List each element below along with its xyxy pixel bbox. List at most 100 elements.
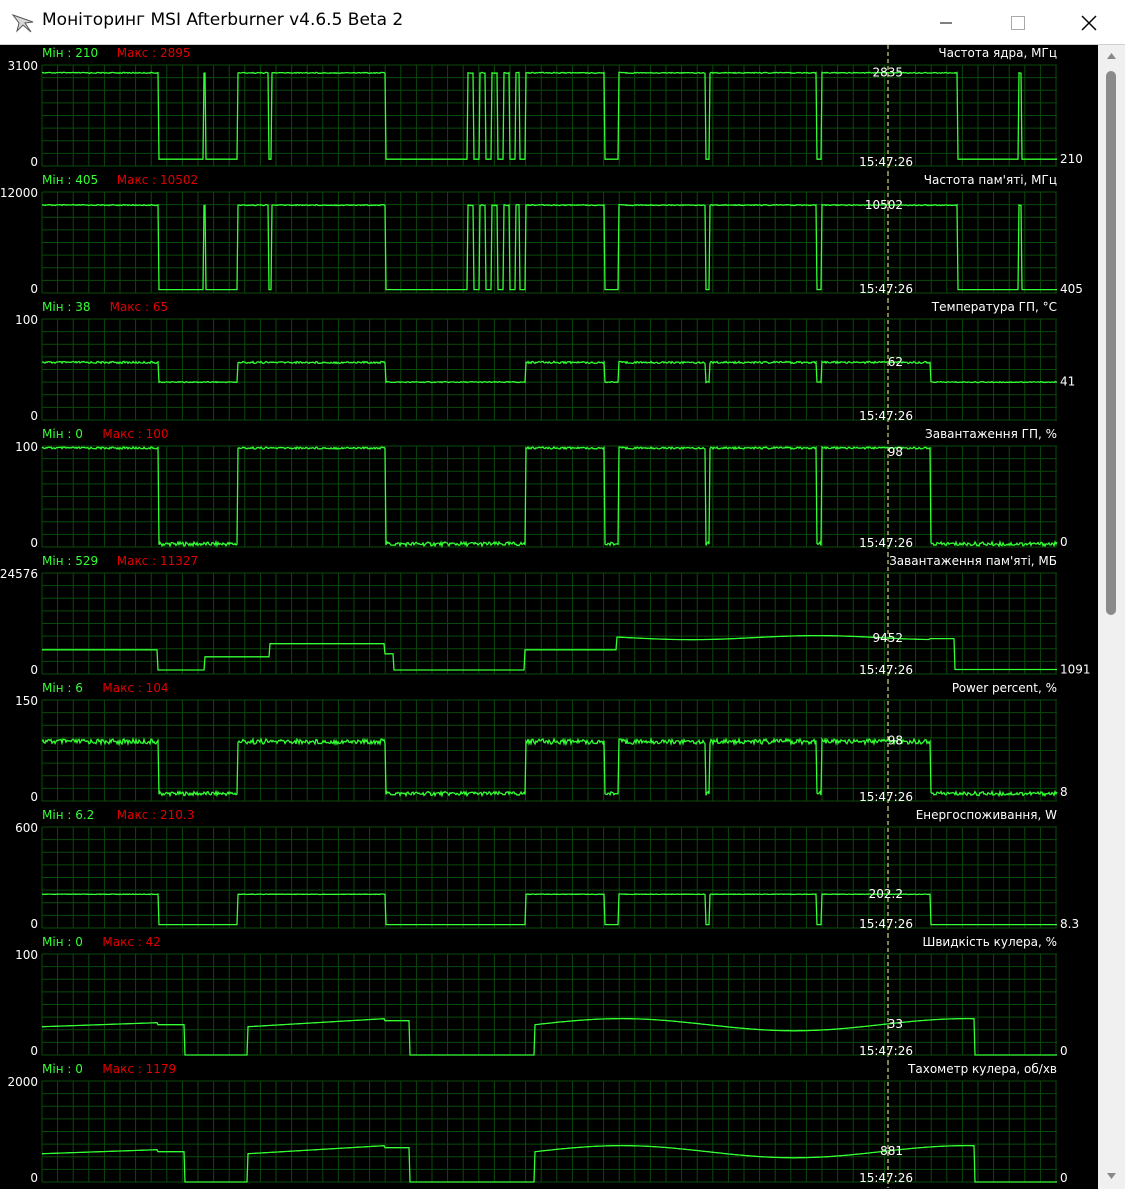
y-axis-max-label: 24576 — [0, 567, 38, 581]
graph-current-value: 62 — [888, 355, 903, 369]
graph-grid — [41, 953, 1057, 1056]
graph-max-label: Макс : 100 — [102, 427, 168, 441]
graph-min-label: Мін : 6 — [42, 681, 83, 695]
graph-max-label: Макс : 10502 — [117, 173, 198, 187]
graph-grid — [41, 699, 1057, 802]
graph-grid — [41, 64, 1057, 167]
graph-title: Температура ГП, °C — [931, 300, 1057, 314]
graph-grid — [41, 445, 1057, 548]
cursor-time-label: 15:47:26 — [859, 790, 913, 804]
graph-title: Завантаження пам'яті, МБ — [889, 554, 1057, 568]
graph-panel: Мін : 6 Макс : 104 Power percent, % 150 0 98 1… — [15, 680, 1068, 807]
graph-max-label: Макс : 104 — [102, 681, 168, 695]
cursor-time-label: 15:47:26 — [859, 536, 913, 550]
graph-min-label: Мін : 210 — [42, 46, 98, 60]
graph-title: Тахометр кулера, об/хв — [907, 1062, 1057, 1076]
scroll-down-arrow-icon[interactable] — [1106, 1171, 1117, 1181]
graph-end-value: 0 — [1060, 1171, 1068, 1185]
graph-current-value: 10502 — [865, 198, 903, 212]
graph-panel: Мін : 0 Макс : 1179 Тахометр кулера, об/хв… — [7, 1061, 1068, 1188]
graph-title: Power percent, % — [952, 681, 1057, 695]
graph-min-label: Мін : 6.2 — [42, 808, 94, 822]
scrollbar-thumb[interactable] — [1106, 71, 1116, 615]
y-axis-min-label: 0 — [30, 282, 38, 296]
scroll-up-arrow-icon[interactable] — [1106, 51, 1117, 61]
graph-end-value: 210 — [1060, 152, 1083, 166]
y-axis-max-label: 100 — [15, 948, 38, 962]
y-axis-min-label: 0 — [30, 917, 38, 931]
title-bar[interactable]: Моніторинг MSI Afterburner v4.6.5 Beta 2 — [0, 0, 1125, 45]
y-axis-min-label: 0 — [30, 155, 38, 169]
graph-min-label: Мін : 0 — [42, 1062, 83, 1076]
y-axis-max-label: 100 — [15, 440, 38, 454]
graph-end-value: 8 — [1060, 785, 1068, 799]
y-axis-min-label: 0 — [30, 663, 38, 677]
window-title: Моніторинг MSI Afterburner v4.6.5 Beta 2 — [42, 10, 404, 30]
graph-title: Швидкість кулера, % — [923, 935, 1057, 949]
cursor-time-label: 15:47:26 — [859, 1171, 913, 1185]
cursor-time-label: 15:47:26 — [859, 155, 913, 169]
graph-max-label: Макс : 11327 — [117, 554, 198, 568]
y-axis-min-label: 0 — [30, 790, 38, 804]
graph-min-label: Мін : 0 — [42, 935, 83, 949]
monitoring-graphs: Мін : 210 Макс : 2895 Частота ядра, МГц 310… — [0, 45, 1091, 1188]
graph-current-value: 881 — [880, 1144, 903, 1158]
graph-title: Завантаження ГП, % — [925, 427, 1057, 441]
graph-end-value: 1091 — [1060, 662, 1091, 676]
graph-current-value: 9452 — [872, 631, 903, 645]
graph-end-value: 41 — [1060, 375, 1075, 389]
graph-grid — [41, 318, 1057, 421]
graph-panel: Мін : 529 Макс : 11327 Завантаження пам'ят… — [0, 553, 1091, 680]
close-button[interactable] — [1053, 0, 1125, 45]
graph-min-label: Мін : 529 — [42, 554, 98, 568]
graph-title: Енергоспоживання, W — [916, 808, 1057, 822]
y-axis-max-label: 3100 — [7, 59, 38, 73]
y-axis-max-label: 150 — [15, 694, 38, 708]
maximize-button[interactable] — [982, 0, 1054, 45]
graph-max-label: Макс : 2895 — [117, 46, 191, 60]
graph-current-value: 98 — [888, 734, 903, 748]
graph-grid — [41, 1080, 1057, 1183]
graph-max-label: Макс : 210.3 — [117, 808, 195, 822]
graph-panel: Мін : 405 Макс : 10502 Частота пам'яті, МГ… — [0, 172, 1083, 299]
afterburner-plane-icon — [11, 13, 34, 33]
graph-current-value: 2835 — [872, 66, 903, 80]
minimize-icon — [940, 22, 952, 23]
cursor-time-label: 15:47:26 — [859, 1044, 913, 1058]
cursor-time-label: 15:47:26 — [859, 663, 913, 677]
graph-grid — [41, 826, 1057, 929]
graph-panel: Мін : 0 Макс : 100 Завантаження ГП, % 100 0 9… — [15, 426, 1068, 553]
cursor-time-label: 15:47:26 — [859, 282, 913, 296]
graph-current-value: 98 — [888, 445, 903, 459]
graph-max-label: Макс : 1179 — [102, 1062, 176, 1076]
graph-min-label: Мін : 38 — [42, 300, 90, 314]
graph-title: Частота ядра, МГц — [938, 46, 1057, 60]
graph-grid — [41, 572, 1057, 675]
graph-panel: Мін : 38 Макс : 65 Температура ГП, °C 100 0 6… — [15, 299, 1075, 426]
graph-line — [41, 736, 1058, 798]
maximize-icon — [1011, 15, 1025, 30]
graph-min-label: Мін : 405 — [42, 173, 98, 187]
y-axis-max-label: 600 — [15, 821, 38, 835]
graph-title: Частота пам'яті, МГц — [924, 173, 1057, 187]
minimize-button[interactable] — [910, 0, 982, 45]
y-axis-max-label: 2000 — [7, 1075, 38, 1089]
graph-end-value: 405 — [1060, 282, 1083, 296]
graph-panel: Мін : 210 Макс : 2895 Частота ядра, МГц 310… — [7, 45, 1083, 172]
cursor-time-label: 15:47:26 — [859, 917, 913, 931]
monitoring-graphs-area[interactable]: Мін : 210 Макс : 2895 Частота ядра, МГц 310… — [0, 45, 1098, 1189]
graph-end-value: 0 — [1060, 535, 1068, 549]
y-axis-min-label: 0 — [30, 536, 38, 550]
y-axis-max-label: 12000 — [0, 186, 38, 200]
graph-current-value: 202.2 — [869, 887, 903, 901]
vertical-scrollbar[interactable] — [1098, 45, 1125, 1189]
y-axis-max-label: 100 — [15, 313, 38, 327]
close-icon — [1081, 15, 1097, 30]
graph-panel: Мін : 6.2 Макс : 210.3 Енергоспоживання, W… — [15, 807, 1079, 934]
graph-line — [41, 360, 1058, 384]
graph-min-label: Мін : 0 — [42, 427, 83, 441]
graph-grid — [41, 191, 1057, 294]
graph-end-value: 8.3 — [1060, 917, 1079, 931]
cursor-time-label: 15:47:26 — [859, 409, 913, 423]
graph-max-label: Макс : 42 — [102, 935, 160, 949]
